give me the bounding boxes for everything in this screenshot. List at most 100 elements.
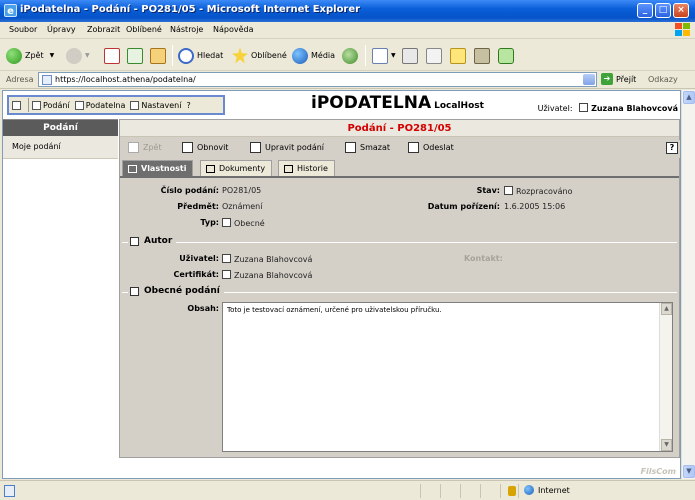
cislo-value: PO281/05 xyxy=(222,186,262,195)
tab-vlastnosti-label: Vlastnosti xyxy=(141,164,187,173)
edit-icon xyxy=(426,47,442,64)
odeslat-button[interactable]: Odeslat xyxy=(408,142,454,153)
autor-uzivatel-label: Uživatel: xyxy=(179,254,219,263)
note-icon xyxy=(450,47,466,64)
zpet-button[interactable]: Zpět xyxy=(128,142,162,153)
menu-oblibene[interactable]: Oblíbené xyxy=(126,25,162,34)
discuss-button[interactable] xyxy=(450,46,469,65)
certifikat-text: Zuzana Blahovcová xyxy=(234,271,313,280)
section-obecne-title: Obecné podání xyxy=(128,286,224,296)
links-button[interactable]: Odkazy xyxy=(648,75,678,84)
typ-label: Typ: xyxy=(200,218,219,227)
messenger-button[interactable] xyxy=(498,46,517,65)
app-help-button[interactable]: ? xyxy=(186,101,190,110)
ie-icon: e xyxy=(4,4,17,17)
obsah-textarea[interactable]: Toto je testovací oznámení, určené pro u… xyxy=(222,302,673,452)
app-nastaveni-button[interactable]: Nastavení xyxy=(130,100,181,110)
star-icon xyxy=(232,47,248,64)
media-button[interactable]: Média xyxy=(292,46,335,65)
print-button[interactable] xyxy=(402,46,421,65)
autor-uzivatel-value: Zuzana Blahovcová xyxy=(222,254,312,264)
user-icon xyxy=(222,254,231,263)
stav-label: Stav: xyxy=(476,186,500,195)
tab-dokumenty[interactable]: Dokumenty xyxy=(200,160,273,176)
scroll-up-icon[interactable]: ▲ xyxy=(661,303,672,315)
history-button[interactable] xyxy=(342,46,361,65)
certifikat-value[interactable]: Zuzana Blahovcová xyxy=(222,270,312,280)
go-button[interactable]: ➔ Přejít xyxy=(601,73,636,85)
globe-icon xyxy=(524,485,534,495)
author-icon xyxy=(130,236,139,246)
menu-upravy[interactable]: Úpravy xyxy=(47,25,76,34)
page-scrollbar[interactable]: ▲ ▼ xyxy=(681,90,695,479)
search-label: Hledat xyxy=(197,51,224,60)
mail-icon xyxy=(372,47,388,64)
back-button[interactable]: Zpět ▼ xyxy=(6,46,54,65)
app-brand: iPODATELNA LocalHost xyxy=(311,93,484,113)
browser-toolbar: Zpět ▼ ▼ Hledat Oblíbené Média ▼ xyxy=(0,40,695,71)
tab-historie[interactable]: Historie xyxy=(278,160,335,176)
menu-zobrazit[interactable]: Zobrazit xyxy=(87,25,120,34)
address-input[interactable]: https://localhost.athena/podatelna/ xyxy=(38,72,597,87)
tab-dokumenty-label: Dokumenty xyxy=(219,164,266,173)
stop-icon xyxy=(104,47,120,64)
research-button[interactable] xyxy=(474,46,493,65)
media-icon xyxy=(292,47,308,64)
delete-icon xyxy=(345,142,356,153)
chevron-down-icon: ▼ xyxy=(85,52,90,59)
app-home-button[interactable] xyxy=(12,100,23,110)
minimize-button[interactable]: _ xyxy=(637,3,653,18)
refresh-button[interactable] xyxy=(127,46,146,65)
mail-button[interactable]: ▼ xyxy=(372,46,396,65)
app-toolbar: Podání Podatelna Nastavení ? xyxy=(7,95,225,115)
home-button[interactable] xyxy=(150,46,169,65)
address-dropdown-button[interactable] xyxy=(583,74,595,85)
sidebar-item-moje-podani[interactable]: Moje podání xyxy=(3,136,118,159)
tab-vlastnosti[interactable]: Vlastnosti xyxy=(122,160,194,176)
edit-button[interactable] xyxy=(426,46,445,65)
menu-nastroje[interactable]: Nástroje xyxy=(170,25,203,34)
go-label: Přejít xyxy=(616,74,637,84)
user-info: Uživatel: Zuzana Blahovcová xyxy=(538,103,678,113)
page-title: Podání - PO281/05 xyxy=(120,120,679,137)
app-podatelna-button[interactable]: Podatelna xyxy=(74,100,125,110)
podani-icon xyxy=(32,100,41,110)
print-icon xyxy=(402,47,418,64)
address-bar: Adresa https://localhost.athena/podateln… xyxy=(0,71,695,89)
smazat-button[interactable]: Smazat xyxy=(345,142,390,153)
obnovit-button[interactable]: Obnovit xyxy=(182,142,228,153)
obsah-scrollbar[interactable]: ▲ ▼ xyxy=(659,303,672,451)
favorites-button[interactable]: Oblíbené xyxy=(232,46,287,65)
section-autor-title: Autor xyxy=(128,236,177,246)
tab-historie-label: Historie xyxy=(297,164,328,173)
media-label: Média xyxy=(311,51,336,60)
section-obecne: Obecné podání xyxy=(122,286,677,298)
sidebar: Podání Moje podání xyxy=(3,119,118,478)
help-button[interactable]: ? xyxy=(666,142,678,154)
user-icon xyxy=(579,103,589,112)
menu-soubor[interactable]: Soubor xyxy=(9,25,37,34)
brand-sub: LocalHost xyxy=(434,101,484,111)
edit-icon xyxy=(250,142,261,153)
menu-napoveda[interactable]: Nápověda xyxy=(213,25,254,34)
scroll-down-icon[interactable]: ▼ xyxy=(683,465,695,478)
history-icon xyxy=(284,164,293,173)
security-zone: Internet xyxy=(524,485,570,495)
document-icon xyxy=(206,164,215,173)
scroll-down-icon[interactable]: ▼ xyxy=(661,439,672,451)
form-icon xyxy=(130,286,139,296)
smazat-label: Smazat xyxy=(360,143,391,152)
forward-button[interactable]: ▼ xyxy=(66,46,90,65)
scroll-up-icon[interactable]: ▲ xyxy=(683,91,695,104)
close-button[interactable]: × xyxy=(673,3,689,18)
maximize-button[interactable]: □ xyxy=(655,3,671,18)
status-icon xyxy=(504,186,513,195)
app-header: Podání Podatelna Nastavení ? iPODATELNA L… xyxy=(3,91,680,117)
search-button[interactable]: Hledat xyxy=(178,46,223,65)
certifikat-label: Certifikát: xyxy=(173,270,219,279)
app-podani-button[interactable]: Podání xyxy=(32,100,70,110)
upravit-button[interactable]: Upravit podání xyxy=(250,142,324,153)
stop-button[interactable] xyxy=(104,46,123,65)
predmet-label: Předmět: xyxy=(177,202,219,211)
refresh-icon xyxy=(127,47,143,64)
